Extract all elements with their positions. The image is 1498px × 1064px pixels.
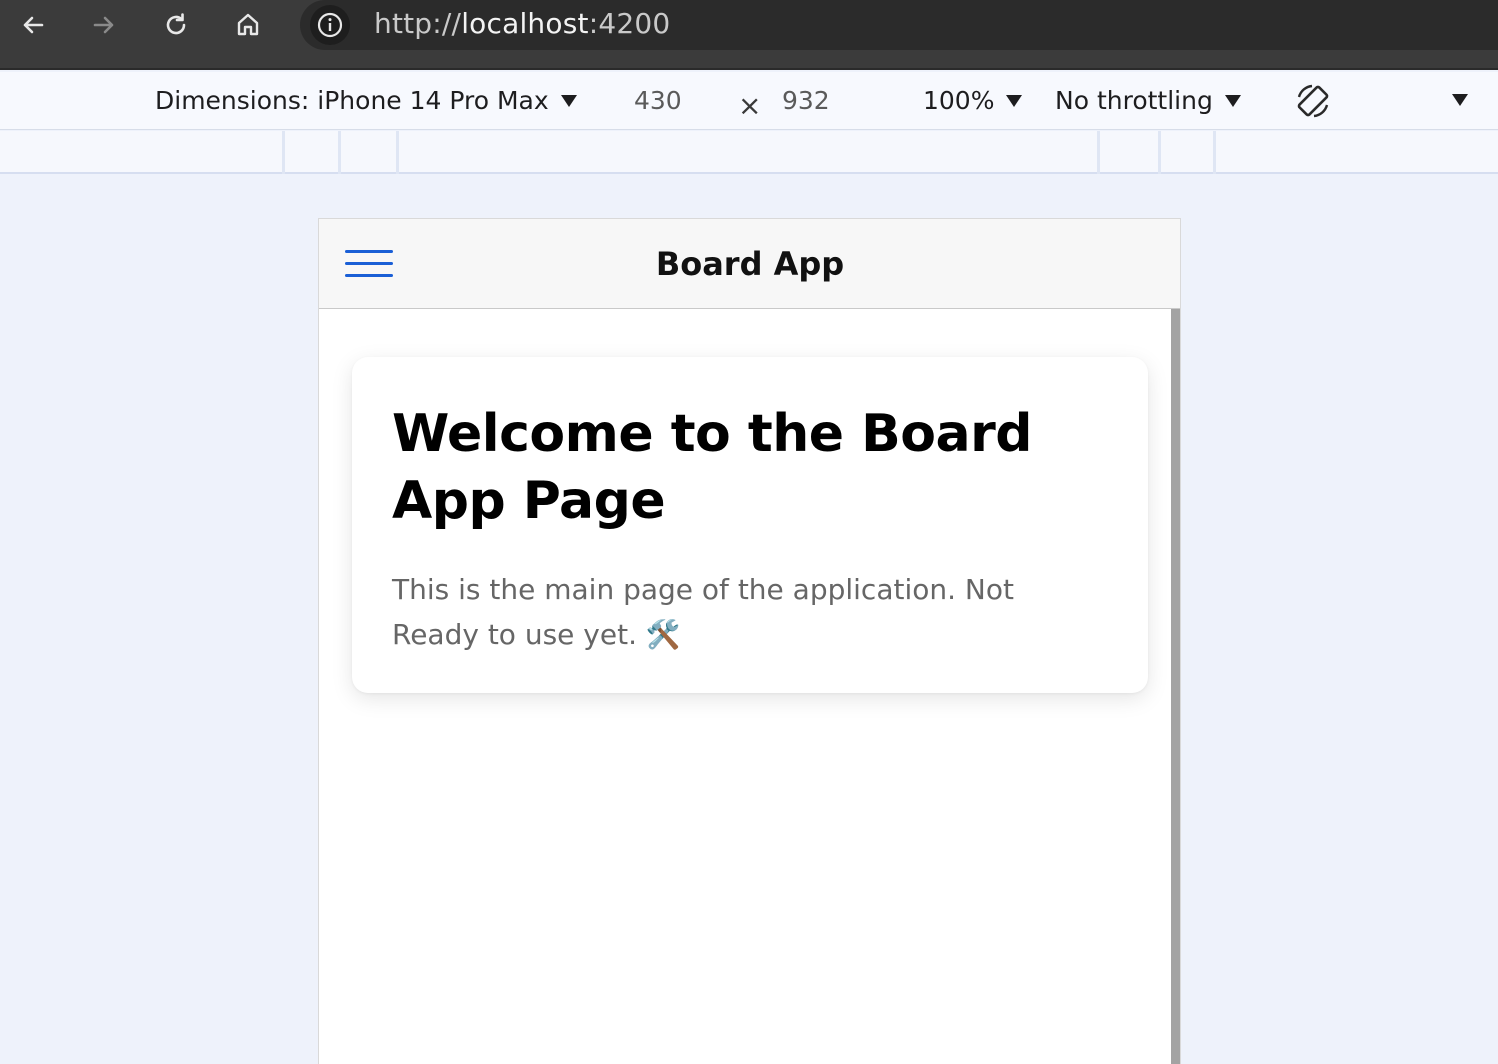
rotate-button[interactable] [1292,80,1334,122]
chevron-down-icon [1224,94,1241,107]
back-arrow-icon [23,16,44,34]
throttling-select[interactable]: No throttling [1055,86,1241,115]
rotate-icon [1297,84,1329,118]
home-button[interactable] [228,6,268,44]
dimensions-select[interactable]: Dimensions: iPhone 14 Pro Max [155,86,577,115]
page-title: Welcome to the Board App Page [392,404,1032,531]
back-button[interactable] [13,6,53,44]
welcome-card: Welcome to the Board App Page This is th… [352,357,1148,693]
app-header: Board App [319,219,1180,309]
chevron-down-icon [1006,94,1023,107]
forward-arrow-icon [93,16,114,34]
info-icon[interactable] [310,5,350,45]
media-query-segment[interactable] [1213,131,1216,174]
home-icon [237,13,259,36]
media-query-segment[interactable] [1158,131,1161,174]
width-input[interactable]: 430 [634,86,682,115]
chevron-down-icon [1452,94,1468,106]
media-query-segment[interactable] [338,131,341,174]
height-input[interactable]: 932 [782,86,830,115]
forward-button[interactable] [84,6,124,44]
url-host: localhost [461,7,589,40]
card-description: This is the main page of the application… [392,573,1014,651]
media-query-segment[interactable] [1097,131,1100,174]
url-text[interactable]: http://localhost:4200 [374,7,670,40]
dimensions-label: Dimensions: iPhone 14 Pro Max [155,86,549,115]
scrollbar[interactable] [1171,309,1180,1064]
chevron-down-icon [560,94,577,107]
reload-button[interactable] [156,6,196,44]
device-viewport: Board App Welcome to the Board App Page … [318,218,1181,1064]
url-scheme: http:// [374,7,462,40]
app-title: Board App [655,245,845,283]
device-toolbar: Dimensions: iPhone 14 Pro Max 430 × 932 … [0,72,1498,130]
browser-toolbar: http://localhost:4200 [0,0,1498,70]
more-options-button[interactable] [1452,94,1468,106]
address-bar[interactable]: http://localhost:4200 [300,0,1498,50]
times-separator: × [738,89,762,122]
media-query-bar [0,131,1498,174]
zoom-label: 100% [923,86,995,115]
media-query-segment[interactable] [282,131,285,174]
throttling-label: No throttling [1055,86,1213,115]
reload-icon [166,13,186,35]
url-port: :4200 [588,7,671,40]
zoom-select[interactable]: 100% [923,86,1023,115]
media-query-segment[interactable] [396,131,399,174]
